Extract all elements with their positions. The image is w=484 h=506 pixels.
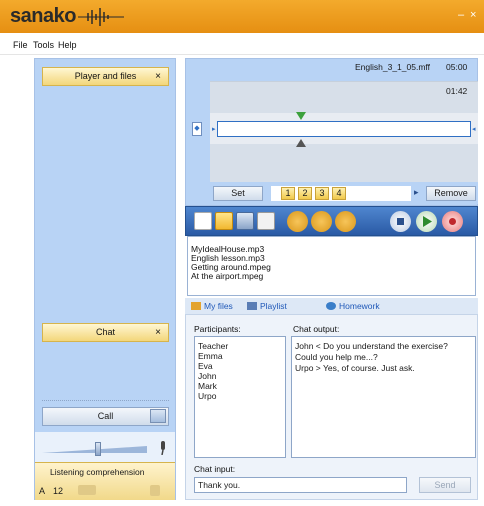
list-item[interactable]: Eva [198, 361, 213, 371]
send-button[interactable]: Send [419, 477, 471, 493]
chat-output[interactable]: John < Do you understand the exercise? C… [291, 336, 476, 458]
call-options-icon[interactable] [150, 409, 166, 423]
bookmark-4[interactable]: 4 [332, 187, 346, 200]
tab-chat-label: Chat [95, 327, 115, 337]
left-arrow-icon: ▸ [212, 126, 216, 133]
bookmark-2[interactable]: 2 [298, 187, 312, 200]
chat-message: Could you help me...? [295, 352, 378, 362]
right-arrow-icon: ◂ [472, 126, 476, 133]
play-icon[interactable] [416, 211, 437, 232]
repeat-icon[interactable] [311, 211, 332, 232]
globe-icon [326, 302, 336, 310]
volume-slider-thumb[interactable] [95, 442, 101, 456]
remove-button[interactable]: Remove [426, 186, 476, 201]
chat-output-label: Chat output: [293, 324, 340, 334]
close-button[interactable]: × [470, 9, 476, 21]
player-filename: English_3_1_05.mff [355, 62, 430, 72]
list-item[interactable]: Emma [198, 351, 223, 361]
waveform-logo-icon [78, 8, 124, 26]
marker-bottom-icon[interactable] [296, 139, 306, 147]
bookmark-1[interactable]: 1 [281, 187, 295, 200]
file-list: MyIdealHouse.mp3 English lesson.mp3 Gett… [187, 236, 476, 296]
tab-player-label: Player and files [74, 71, 137, 81]
seat-label: A [39, 486, 46, 496]
speed-icon[interactable] [287, 211, 308, 232]
remove-label: Remove [434, 188, 468, 198]
tab-homework-label: Homework [339, 301, 380, 311]
divider [42, 400, 169, 401]
record-icon[interactable] [442, 211, 463, 232]
tab-chat[interactable]: Chat × [42, 323, 169, 342]
sanako-logo: sanako [10, 5, 76, 27]
player-position: 01:42 [446, 86, 468, 96]
people-icon [191, 302, 201, 310]
bookmark-list: 1 2 3 4 [271, 186, 411, 201]
playlist-icon [247, 302, 257, 310]
bookmark-3[interactable]: 3 [315, 187, 329, 200]
new-file-icon[interactable] [194, 212, 212, 230]
menu-file[interactable]: File [13, 40, 28, 50]
set-button[interactable]: Set [213, 186, 263, 201]
tab-playlist-label: Playlist [260, 301, 287, 311]
save-icon[interactable] [236, 212, 254, 230]
track-selector-icon[interactable]: ◆ [192, 122, 202, 136]
tab-my-files[interactable]: My files [191, 301, 233, 311]
chat-message: Urpo > Yes, of course. Just ask. [295, 363, 415, 373]
list-item[interactable]: Teacher [198, 341, 228, 351]
list-item[interactable]: Urpo [198, 391, 216, 401]
exit-icon[interactable] [335, 211, 356, 232]
player-duration: 05:00 [446, 62, 468, 72]
lesson-title: Listening comprehension [50, 467, 145, 477]
close-player-tab-icon[interactable]: × [155, 68, 161, 85]
lock-icon [150, 485, 160, 496]
chat-input-label: Chat input: [194, 464, 236, 474]
minimize-button[interactable]: – [458, 9, 464, 21]
audio-levels-icon[interactable] [257, 212, 275, 230]
close-chat-tab-icon[interactable]: × [155, 324, 161, 341]
chat-message: John < Do you understand the exercise? [295, 341, 448, 351]
group-icon [78, 485, 96, 495]
list-item[interactable]: Mark [198, 381, 217, 391]
file-tabs: My files Playlist Homework [185, 298, 478, 314]
next-bookmark-icon[interactable]: ▸ [414, 187, 419, 198]
tab-player-and-files[interactable]: Player and files × [42, 67, 169, 86]
set-label: Set [231, 188, 245, 198]
list-item[interactable]: At the airport.mpeg [191, 271, 263, 281]
open-folder-icon[interactable] [215, 212, 233, 230]
participants-label: Participants: [194, 324, 241, 334]
tab-my-files-label: My files [204, 301, 233, 311]
tab-playlist[interactable]: Playlist [247, 301, 287, 311]
participants-list[interactable]: Teacher Emma Eva John Mark Urpo [194, 336, 286, 458]
menu-help[interactable]: Help [58, 40, 77, 50]
side-panel [190, 102, 204, 170]
seat-number: 12 [53, 486, 64, 496]
call-label: Call [97, 411, 114, 421]
menu-tools[interactable]: Tools [33, 40, 54, 50]
stop-icon[interactable] [390, 211, 411, 232]
media-toolbar [185, 206, 478, 236]
playhead-marker-icon[interactable] [296, 112, 306, 120]
tab-homework[interactable]: Homework [326, 301, 380, 311]
list-item[interactable]: John [198, 371, 216, 381]
microphone-icon [161, 441, 165, 455]
chat-input[interactable]: Thank you. [194, 477, 407, 493]
timeline-bar[interactable] [217, 121, 471, 137]
